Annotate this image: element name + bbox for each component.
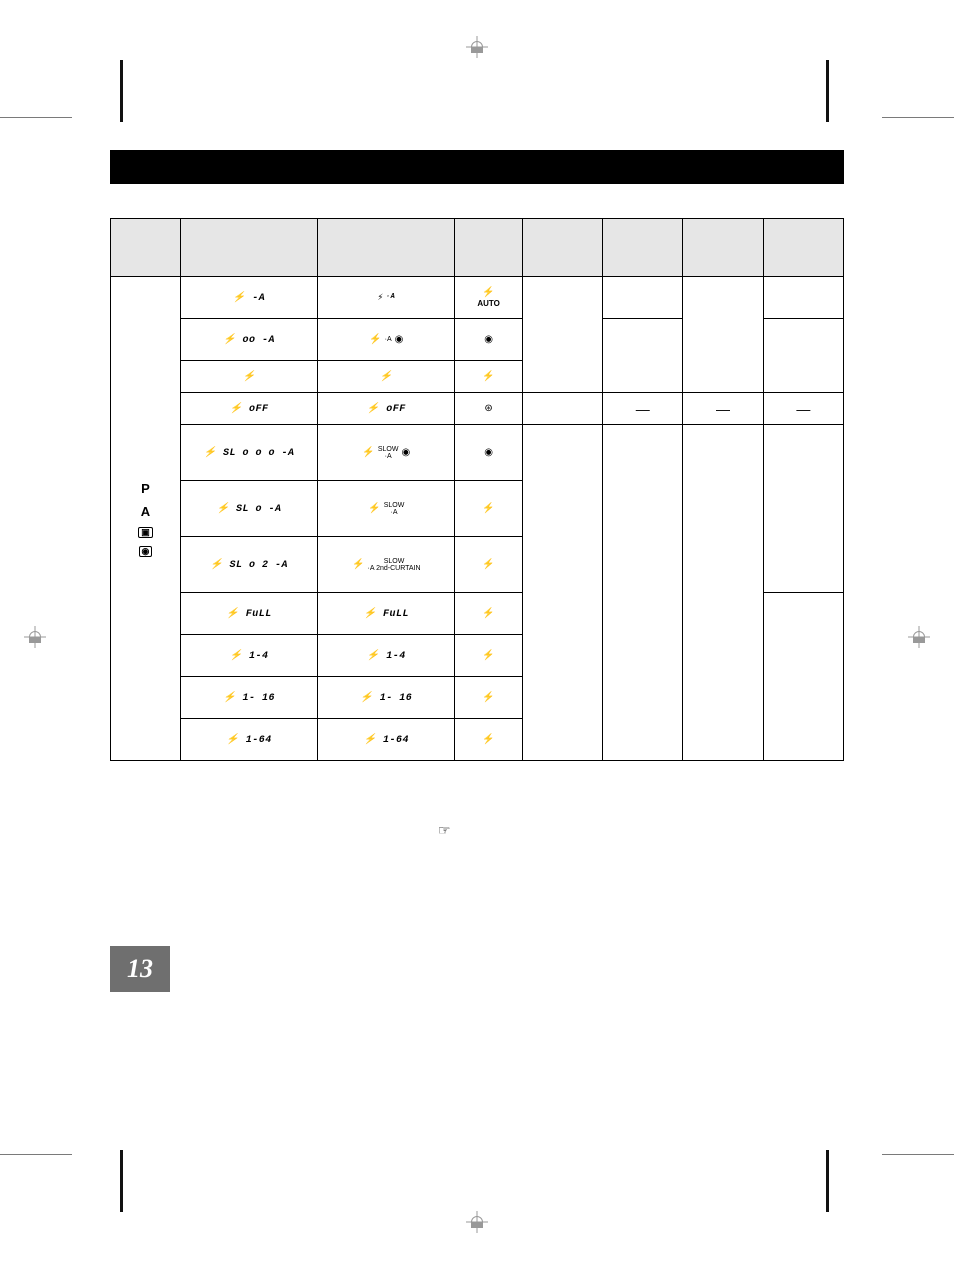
cell-lcd: ⚡ 1- 16: [180, 677, 317, 719]
cell-icon: ◉: [455, 425, 522, 481]
th-viewfinder: [318, 219, 455, 277]
cell-r3: [683, 277, 763, 393]
cell-lcd: ⚡ SL o -A: [180, 481, 317, 537]
cell-vf: ⚡SLOW·A: [318, 481, 455, 537]
flash-icon: ⚡: [482, 692, 494, 703]
flash-off-icon: ⊛: [484, 403, 492, 414]
cell-vf: ⚡·A ◉: [318, 319, 455, 361]
th-lcd: [180, 219, 317, 277]
red-eye-icon: ◉: [401, 447, 410, 458]
cell-vf: ⚡: [318, 361, 455, 393]
cell-icon: ⚡: [455, 719, 522, 761]
cell-icon: ⚡: [455, 593, 522, 635]
trim-bar: [120, 1150, 123, 1212]
cell-lcd: ⚡: [180, 361, 317, 393]
eye-mode-icon: ◉: [139, 546, 153, 557]
cell-vf: ⚡ 1- 16: [318, 677, 455, 719]
cell-icon: ⚡AUTO: [455, 277, 522, 319]
flash-mode-table: P A ▣ ◉ ⚡ -A ⚡·A ⚡AUTO: [110, 218, 844, 761]
flash-icon: ⚡: [482, 650, 494, 661]
cell-icon: ⚡: [455, 635, 522, 677]
cell-vf: ⚡SLOW·A 2nd-CURTAIN: [318, 537, 455, 593]
th-icon: [455, 219, 522, 277]
cell-lcd: ⚡ -A: [180, 277, 317, 319]
cell-vf: ⚡ oFF: [318, 393, 455, 425]
cell-r2: [603, 277, 683, 319]
cell-lcd: ⚡ oFF: [180, 393, 317, 425]
registration-mark-left: [24, 626, 46, 651]
cell-r4: [763, 593, 843, 761]
th-mode: [111, 219, 181, 277]
flash-icon: ⚡: [482, 559, 494, 570]
trim-bar: [826, 60, 829, 122]
mode-label-p: P: [141, 481, 150, 496]
cell-lcd: ⚡ FuLL: [180, 593, 317, 635]
flash-icon: ⚡: [482, 608, 494, 619]
section-header-bar: [110, 150, 844, 184]
red-eye-icon: ◉: [395, 334, 404, 345]
cell-icon: ⚡: [455, 537, 522, 593]
crop-mark: [0, 1154, 72, 1155]
cell-r4: —: [763, 393, 843, 425]
th-col-2: [603, 219, 683, 277]
pointer-hand-icon: ☞: [438, 822, 451, 839]
crop-mark: [882, 117, 954, 118]
cell-icon: ⚡: [455, 677, 522, 719]
cell-vf: ⚡ 1-64: [318, 719, 455, 761]
cell-vf: ⚡SLOW·A ◉: [318, 425, 455, 481]
cell-icon: ◉: [455, 319, 522, 361]
cell-lcd: ⚡ 1-64: [180, 719, 317, 761]
th-col-4: [763, 219, 843, 277]
trim-bar: [826, 1150, 829, 1212]
flash-icon: ⚡: [482, 503, 494, 514]
cell-vf: ⚡·A: [318, 277, 455, 319]
cell-lcd: ⚡ SL o 2 -A: [180, 537, 317, 593]
mode-cell: P A ▣ ◉: [111, 277, 181, 761]
crop-mark: [0, 117, 72, 118]
red-eye-icon: ◉: [484, 334, 493, 345]
cell-r1: [522, 393, 602, 425]
cell-r4: [763, 425, 843, 593]
flash-mode-table-wrap: P A ▣ ◉ ⚡ -A ⚡·A ⚡AUTO: [110, 218, 844, 761]
cell-r2: [603, 425, 683, 761]
flash-icon: ⚡: [482, 734, 494, 745]
table-row: P A ▣ ◉ ⚡ -A ⚡·A ⚡AUTO: [111, 277, 844, 319]
content-area: P A ▣ ◉ ⚡ -A ⚡·A ⚡AUTO: [110, 150, 844, 761]
cell-lcd: ⚡ 1-4: [180, 635, 317, 677]
cell-vf: ⚡ 1-4: [318, 635, 455, 677]
cell-icon: ⚡: [455, 361, 522, 393]
page: P A ▣ ◉ ⚡ -A ⚡·A ⚡AUTO: [0, 0, 954, 1272]
red-eye-icon: ◉: [484, 447, 493, 458]
page-number: 13: [110, 946, 170, 992]
th-col-3: [683, 219, 763, 277]
cell-lcd: ⚡ oo -A: [180, 319, 317, 361]
registration-mark-right: [908, 626, 930, 651]
cell-lcd: ⚡ SL o o o -A: [180, 425, 317, 481]
cell-r1: [522, 425, 602, 761]
cell-r1: [522, 277, 602, 393]
cell-r4: [763, 319, 843, 393]
mode-label-a: A: [141, 504, 150, 519]
th-col-1: [522, 219, 602, 277]
cell-r2: —: [603, 393, 683, 425]
registration-mark-top: [466, 36, 488, 61]
cell-icon: ⚡: [455, 481, 522, 537]
crop-mark: [882, 1154, 954, 1155]
cell-r2: [603, 319, 683, 393]
cell-icon: ⊛: [455, 393, 522, 425]
trim-bar: [120, 60, 123, 122]
cell-vf: ⚡ FuLL: [318, 593, 455, 635]
registration-mark-bottom: [466, 1211, 488, 1236]
flash-icon: ⚡: [482, 371, 494, 382]
cell-r3: [683, 425, 763, 761]
cell-r4: [763, 277, 843, 319]
scene-mode-icon: ▣: [138, 527, 153, 538]
cell-r3: —: [683, 393, 763, 425]
table-row: ⚡ SL o o o -A ⚡SLOW·A ◉ ◉: [111, 425, 844, 481]
table-row: ⚡ oFF ⚡ oFF ⊛ — — —: [111, 393, 844, 425]
table-header-row: [111, 219, 844, 277]
table-body: P A ▣ ◉ ⚡ -A ⚡·A ⚡AUTO: [111, 277, 844, 761]
